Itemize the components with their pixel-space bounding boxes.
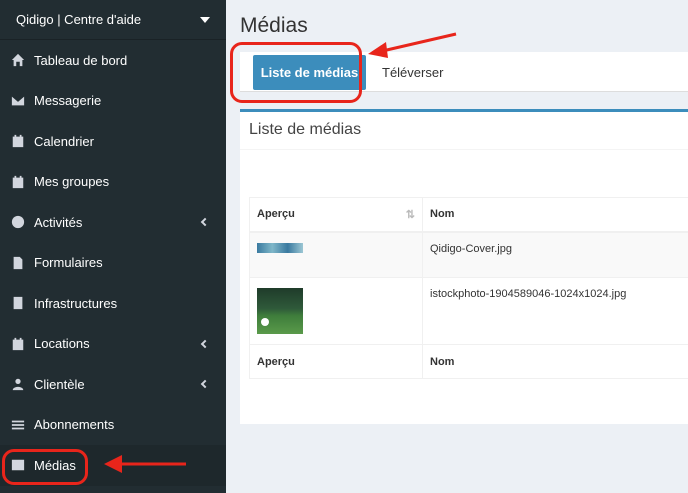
media-table: Aperçu ⇅ Nom Qidigo-Cover.jpg istockphoto…: [249, 197, 688, 379]
sort-icon: ⇅: [405, 208, 415, 221]
annotation-arrow: [368, 32, 457, 58]
sidebar-item-locations[interactable]: Locations: [0, 324, 226, 365]
media-name: Qidigo-Cover.jpg: [422, 231, 688, 278]
media-list-box: Liste de médias Aperçu ⇅ Nom Qidigo-Cover…: [240, 109, 688, 424]
highlight-ring: [230, 42, 362, 103]
media-name: istockphoto-1904589046-1024x1024.jpg: [422, 277, 688, 345]
table-row: istockphoto-1904589046-1024x1024.jpg: [249, 277, 688, 345]
chevron-left-icon: [200, 218, 210, 227]
brand-label: Qidigo | Centre d'aide: [16, 12, 142, 27]
tab-televerser[interactable]: Téléverser: [382, 65, 443, 80]
box-title: Liste de médias: [249, 121, 362, 138]
sidebar-item-calendrier[interactable]: Calendrier: [0, 121, 226, 162]
sidebar-item-abonnements[interactable]: Abonnements: [0, 405, 226, 446]
sidebar-nav: Tableau de bord Messagerie Calendrier Me…: [0, 40, 226, 486]
envelope-icon: [10, 94, 26, 108]
sidebar-item-label: Tableau de bord: [34, 52, 128, 68]
divider: [240, 149, 688, 150]
sidebar-item-label: Activités: [34, 214, 83, 230]
sidebar-item-messagerie[interactable]: Messagerie: [0, 81, 226, 122]
chevron-left-icon: [200, 380, 210, 389]
sidebar-item-label: Locations: [34, 336, 90, 352]
highlight-ring: [2, 449, 88, 485]
users-icon: [10, 377, 26, 391]
sidebar-item-infrastructures[interactable]: Infrastructures: [0, 283, 226, 324]
sidebar-item-label: Messagerie: [34, 93, 102, 109]
annotation-arrow: [104, 455, 186, 473]
sidebar-item-label: Clientèle: [34, 376, 85, 392]
calendar-icon: [10, 175, 26, 189]
calendar-plus-icon: [10, 337, 26, 351]
thumbnail-cell: [249, 231, 423, 278]
column-header-apercu[interactable]: Aperçu ⇅: [249, 197, 423, 233]
calendar-icon: [10, 134, 26, 148]
caret-down-icon: [200, 16, 210, 23]
sidebar-item-clientele[interactable]: Clientèle: [0, 364, 226, 405]
sidebar-item-activites[interactable]: Activités: [0, 202, 226, 243]
media-thumbnail[interactable]: [257, 288, 303, 334]
sidebar: Qidigo | Centre d'aide Tableau de bord M…: [0, 0, 226, 493]
page-title: Médias: [240, 14, 308, 37]
table-row: Qidigo-Cover.jpg: [249, 231, 688, 278]
sidebar-item-label: Calendrier: [34, 133, 94, 149]
sidebar-item-tableau-de-bord[interactable]: Tableau de bord: [0, 40, 226, 81]
chevron-left-icon: [200, 339, 210, 348]
list-icon: [10, 418, 26, 432]
brand-dropdown[interactable]: Qidigo | Centre d'aide: [0, 0, 226, 40]
footer-apercu: Aperçu: [249, 344, 423, 379]
sidebar-item-label: Infrastructures: [34, 295, 118, 311]
building-icon: [10, 296, 26, 310]
sidebar-item-label: Formulaires: [34, 255, 103, 271]
footer-nom: Nom: [422, 344, 688, 379]
sidebar-item-label: Abonnements: [34, 417, 115, 433]
media-thumbnail[interactable]: [257, 242, 303, 253]
column-header-nom[interactable]: Nom: [422, 197, 688, 233]
sidebar-item-mes-groupes[interactable]: Mes groupes: [0, 162, 226, 203]
soccer-ball-icon: [10, 215, 26, 229]
sidebar-item-label: Mes groupes: [34, 174, 110, 190]
home-icon: [10, 53, 26, 67]
thumbnail-cell: [249, 277, 423, 345]
file-icon: [10, 256, 26, 270]
sidebar-item-formulaires[interactable]: Formulaires: [0, 243, 226, 284]
